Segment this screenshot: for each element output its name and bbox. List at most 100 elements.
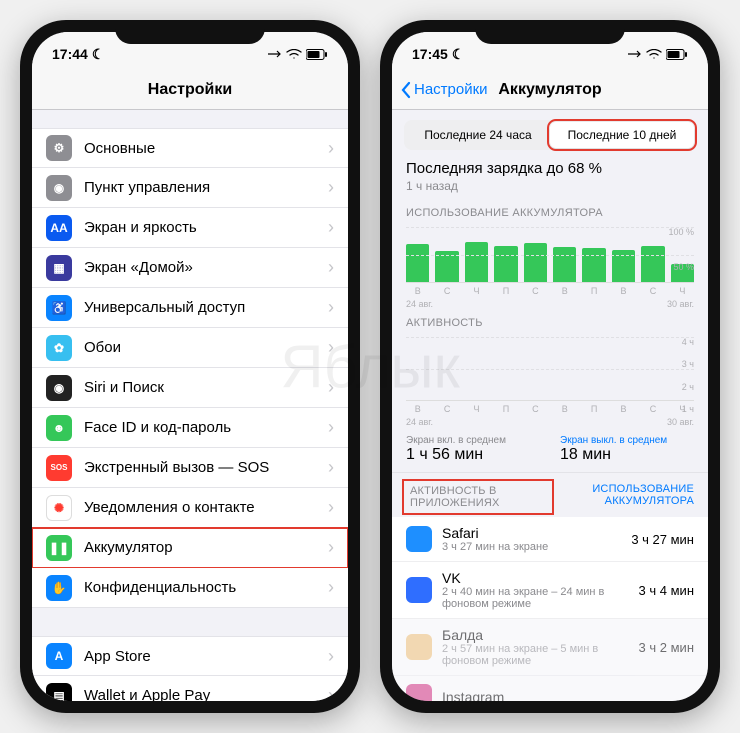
sos-icon: SOS <box>46 455 72 481</box>
app-row[interactable]: Балда2 ч 57 мин на экране – 5 мин в фоно… <box>392 619 708 676</box>
app-row[interactable]: Instagram <box>392 676 708 701</box>
settings-row-control-center[interactable]: ◉Пункт управления› <box>32 168 348 208</box>
app-name: VK <box>442 570 639 586</box>
chevron-right-icon: › <box>328 646 334 667</box>
x-label: В <box>406 286 429 296</box>
app-time: 3 ч 4 мин <box>639 583 694 598</box>
back-button[interactable]: Настройки <box>400 81 488 99</box>
chevron-right-icon: › <box>328 337 334 358</box>
date-start: 24 авг. <box>406 299 433 309</box>
wallet-icon: ▤ <box>46 683 72 702</box>
usage-header: ИСПОЛЬЗОВАНИЕ АККУМУЛЯТОРА <box>406 207 694 219</box>
row-label: Конфиденциальность <box>84 579 328 596</box>
app-icon <box>406 577 432 603</box>
status-time: 17:45 <box>412 46 448 62</box>
segment-10days[interactable]: Последние 10 дней <box>550 122 694 148</box>
phone-right: 17:45 ☾ Настройки Аккумулятор Последние … <box>380 20 720 713</box>
siri-icon: ◉ <box>46 375 72 401</box>
settings-row-exposure[interactable]: ✺Уведомления о контакте› <box>32 488 348 528</box>
chevron-right-icon: › <box>328 257 334 278</box>
app-time: 3 ч 2 мин <box>639 640 694 655</box>
status-time: 17:44 <box>52 46 88 62</box>
settings-row-wallet[interactable]: ▤ Wallet и Apple Pay› <box>32 676 348 701</box>
battery-icon <box>306 49 328 60</box>
y-4h: 4 ч <box>682 337 694 347</box>
last-charge-title: Последняя зарядка до 68 % <box>406 160 694 177</box>
usage-bar <box>494 246 517 282</box>
settings-row-faceid[interactable]: ☻Face ID и код-пароль› <box>32 408 348 448</box>
row-label: Основные <box>84 140 328 157</box>
tab-app-activity[interactable]: АКТИВНОСТЬ В ПРИЛОЖЕНИЯХ <box>406 483 550 511</box>
x-label: С <box>641 404 664 414</box>
status-icons <box>268 49 328 60</box>
app-name: Safari <box>442 525 631 541</box>
display-icon: AA <box>46 215 72 241</box>
usage-bar <box>612 250 635 282</box>
battery-content[interactable]: Последние 24 часа Последние 10 дней Посл… <box>392 110 708 701</box>
usage-bar <box>582 248 605 282</box>
settings-row-appstore[interactable]: AApp Store› <box>32 636 348 676</box>
faceid-icon: ☻ <box>46 415 72 441</box>
app-time: 3 ч 27 мин <box>631 532 694 547</box>
x-label: П <box>494 286 517 296</box>
control-center-icon: ◉ <box>46 175 72 201</box>
usage-bar <box>406 244 429 282</box>
chevron-right-icon: › <box>328 685 334 701</box>
usage-bar <box>524 243 547 282</box>
x-label: С <box>524 286 547 296</box>
settings-row-battery[interactable]: ❚❚Аккумулятор› <box>32 528 348 568</box>
x-label: П <box>494 404 517 414</box>
activity-tabs[interactable]: АКТИВНОСТЬ В ПРИЛОЖЕНИЯХ ИСПОЛЬЗОВАНИЕ А… <box>392 473 708 517</box>
settings-row-privacy[interactable]: ✋Конфиденциальность› <box>32 568 348 608</box>
x-label: Ч <box>465 404 488 414</box>
screen-off-value: 18 мин <box>560 446 694 464</box>
row-label: Аккумулятор <box>84 539 328 556</box>
app-icon <box>406 526 432 552</box>
settings-row-home-screen[interactable]: ▦Экран «Домой»› <box>32 248 348 288</box>
notch <box>115 20 265 44</box>
wifi-icon <box>646 49 662 59</box>
settings-row-sos[interactable]: SOS Экстренный вызов — SOS› <box>32 448 348 488</box>
activity-chart: 4 ч3 ч2 ч1 ч ВСЧПСВПВСЧ <box>392 333 708 416</box>
settings-row-display[interactable]: AAЭкран и яркость› <box>32 208 348 248</box>
x-label: В <box>406 404 429 414</box>
screen-on-label: Экран вкл. в среднем <box>406 435 540 446</box>
app-row[interactable]: Safari3 ч 27 мин на экране3 ч 27 мин <box>392 517 708 562</box>
x-label: П <box>582 404 605 414</box>
dnd-moon-icon: ☾ <box>92 46 105 63</box>
settings-list[interactable]: ⚙Основные›◉Пункт управления›AAЭкран и яр… <box>32 110 348 701</box>
segment-24h[interactable]: Последние 24 часа <box>406 122 550 148</box>
app-sub: 3 ч 27 мин на экране <box>442 541 631 553</box>
y-50: 50 % <box>673 262 694 272</box>
chevron-right-icon: › <box>328 457 334 478</box>
x-label: С <box>435 404 458 414</box>
settings-row-accessibility[interactable]: ♿Универсальный доступ› <box>32 288 348 328</box>
settings-row-siri[interactable]: ◉Siri и Поиск› <box>32 368 348 408</box>
app-icon <box>406 634 432 660</box>
airplane-icon <box>628 49 642 59</box>
airplane-icon <box>268 49 282 59</box>
chevron-right-icon: › <box>328 138 334 159</box>
settings-row-wallpaper[interactable]: ✿Обои› <box>32 328 348 368</box>
exposure-icon: ✺ <box>46 495 72 521</box>
app-name: Балда <box>442 627 639 643</box>
row-label: Обои <box>84 339 328 356</box>
tab-battery-usage[interactable]: ИСПОЛЬЗОВАНИЕ АККУМУЛЯТОРА <box>550 483 694 511</box>
chevron-right-icon: › <box>328 297 334 318</box>
row-label: Siri и Поиск <box>84 379 328 396</box>
appstore-icon: A <box>46 643 72 669</box>
page-title: Настройки <box>148 81 232 99</box>
app-row[interactable]: VK2 ч 40 мин на экране – 24 мин в фоново… <box>392 562 708 619</box>
settings-row-gear[interactable]: ⚙ Основные› <box>32 128 348 168</box>
y-2h: 2 ч <box>682 382 694 392</box>
x-label: В <box>612 404 635 414</box>
time-range-segment[interactable]: Последние 24 часа Последние 10 дней <box>404 120 696 150</box>
row-label: Wallet и Apple Pay <box>84 687 328 701</box>
row-label: Универсальный доступ <box>84 299 328 316</box>
x-label: В <box>612 286 635 296</box>
gear-icon: ⚙ <box>46 135 72 161</box>
x-label: Ч <box>465 286 488 296</box>
row-label: Экран и яркость <box>84 219 328 236</box>
row-label: Экстренный вызов — SOS <box>84 459 328 476</box>
row-label: Пункт управления <box>84 179 328 196</box>
